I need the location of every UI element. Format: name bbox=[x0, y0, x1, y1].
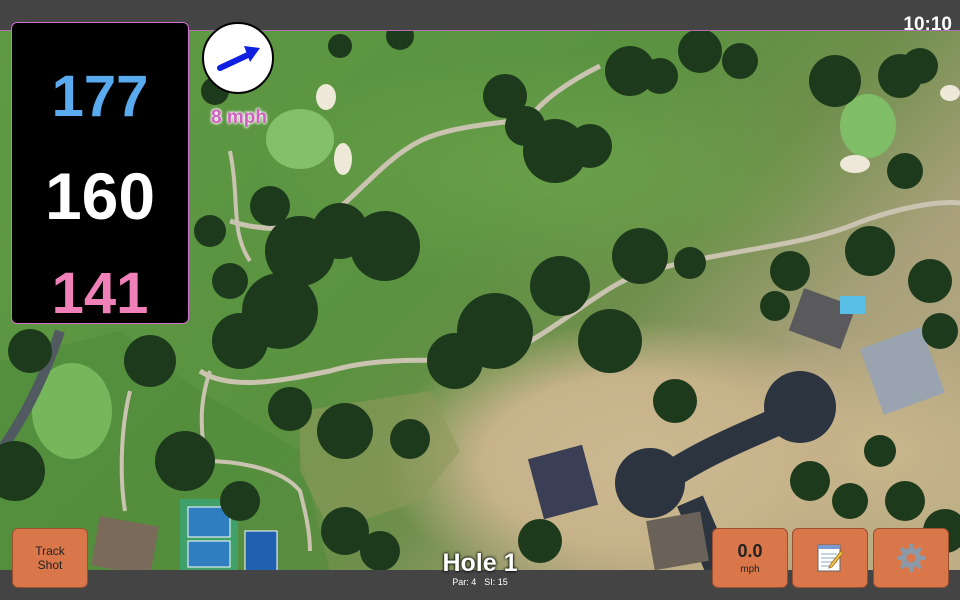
front-distance: 141 bbox=[51, 261, 149, 326]
settings-button[interactable] bbox=[873, 528, 949, 588]
speed-value: 0.0 bbox=[737, 541, 763, 561]
wind-direction-arrow-icon bbox=[217, 46, 260, 71]
hole-info: Par: 4 SI: 15 bbox=[380, 577, 580, 587]
wind-indicator bbox=[202, 22, 274, 94]
gear-icon bbox=[897, 544, 925, 572]
track-shot-label: Track Shot bbox=[35, 544, 65, 572]
stroke-index-label: SI: 15 bbox=[484, 577, 508, 587]
notepad-icon bbox=[817, 544, 844, 572]
speed-unit: mph bbox=[740, 564, 760, 575]
middle-distance: 160 bbox=[44, 159, 156, 233]
distance-panel: 177 160 141 bbox=[11, 22, 189, 326]
notes-button[interactable] bbox=[792, 528, 868, 588]
hole-title: Hole 1 bbox=[442, 549, 518, 577]
speed-button[interactable]: 0.0 mph bbox=[712, 528, 788, 588]
back-distance: 177 bbox=[51, 64, 149, 129]
wind-speed: 8 mph bbox=[211, 107, 267, 128]
par-label: Par: 4 bbox=[452, 577, 477, 587]
track-shot-button[interactable]: Track Shot bbox=[12, 528, 88, 588]
